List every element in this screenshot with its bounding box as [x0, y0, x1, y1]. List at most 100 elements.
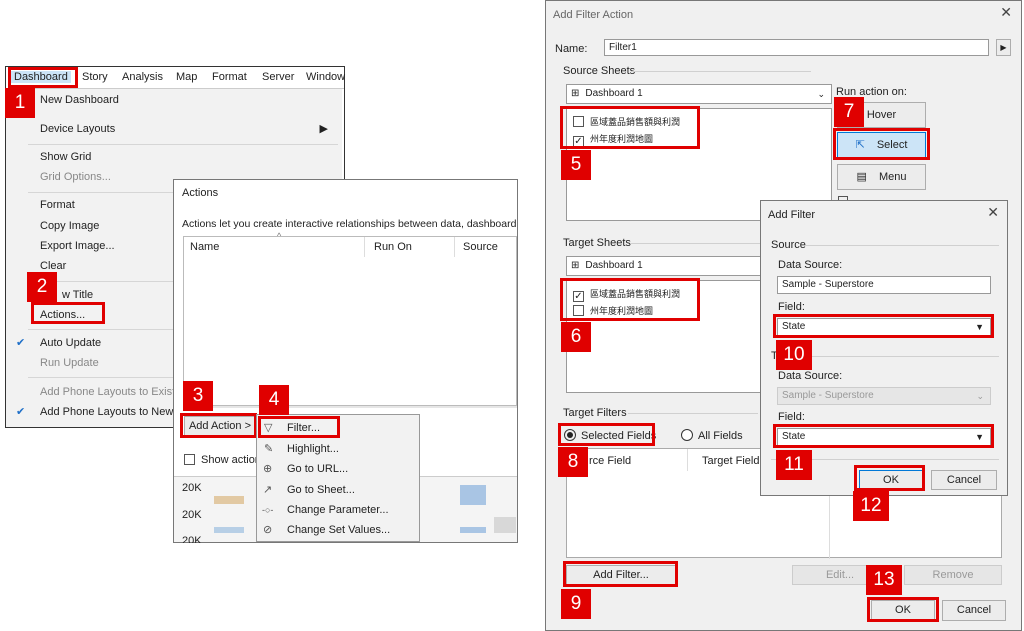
divider [628, 413, 758, 414]
highlight-add-filter-ok [854, 465, 925, 491]
chevron-down-icon: ⌄ [976, 391, 984, 401]
highlight-target-items [560, 278, 700, 321]
step-badge: 13 [866, 565, 902, 595]
name-label: Name: [555, 43, 588, 55]
radio-icon [681, 429, 693, 441]
highlight-add-action [180, 413, 257, 438]
highlight-filter-item [258, 416, 340, 438]
col-source[interactable]: Source [463, 241, 498, 253]
menu-new-dashboard[interactable]: New Dashboard [6, 90, 342, 110]
col-divider [364, 237, 365, 257]
parameter-icon: -○- [262, 505, 274, 515]
divider [631, 71, 811, 72]
grid-icon: ⊞ [571, 260, 580, 271]
remove-button: Remove [904, 565, 1002, 585]
col-name[interactable]: Name [190, 241, 219, 253]
menu-change-set-values[interactable]: ⊘ Change Set Values... [257, 520, 419, 540]
bar [214, 527, 244, 533]
col-divider [454, 237, 455, 257]
menu-change-parameter[interactable]: -○- Change Parameter... [257, 500, 419, 520]
all-fields-label: All Fields [698, 430, 743, 442]
menu-server[interactable]: Server [262, 71, 294, 83]
menu-go-to-sheet[interactable]: ↗ Go to Sheet... [257, 480, 419, 500]
menu-icon: ▤ [856, 171, 867, 183]
close-icon[interactable]: ✕ [987, 204, 999, 221]
menu-device-layouts[interactable]: Device Layouts ▶ [6, 119, 342, 139]
target-field-label: Field: [778, 411, 805, 423]
external-link-icon: ↗ [263, 484, 273, 496]
highlight-dashboard-menu [8, 67, 78, 88]
submenu-arrow-icon: ▶ [319, 123, 328, 135]
name-input[interactable]: Filter1 [604, 39, 989, 56]
divider [630, 243, 760, 244]
menu-go-to-url[interactable]: ⊕ Go to URL... [257, 459, 419, 479]
change-parameter-label: Change Parameter... [287, 504, 389, 516]
menu-format[interactable]: Format [212, 71, 247, 83]
step-badge: 4 [259, 385, 289, 415]
add-filter-cancel-button[interactable]: Cancel [931, 470, 997, 490]
source-group-label: Source [771, 239, 806, 251]
checkbox-icon [184, 454, 195, 465]
divider [805, 245, 999, 246]
col-run-on[interactable]: Run On [374, 241, 412, 253]
target-data-source-value: Sample - Superstore [782, 390, 874, 401]
menu-window[interactable]: Window [306, 71, 345, 83]
highlight-selected-fields [558, 423, 655, 446]
bar [460, 527, 486, 533]
actions-title: Actions [182, 187, 219, 199]
pen-icon: ✎ [264, 443, 274, 455]
highlight-actions-item [31, 302, 105, 324]
step-badge: 1 [5, 88, 35, 118]
checkmark-icon: ✔ [16, 337, 26, 349]
divider [28, 144, 338, 145]
highlight-ok [867, 597, 939, 622]
source-dashboard-combo[interactable]: ⊞ Dashboard 1 ⌄ [566, 84, 832, 104]
sort-indicator-icon: ^ [277, 231, 282, 241]
step-badge: 9 [561, 589, 591, 619]
bar [214, 496, 244, 504]
menu-label: Menu [878, 171, 907, 183]
step-badge: 8 [558, 447, 588, 477]
menu-analysis[interactable]: Analysis [122, 71, 163, 83]
change-set-values-label: Change Set Values... [287, 524, 391, 536]
dialog-title: Add Filter [768, 209, 816, 221]
all-fields-radio[interactable]: All Fields [681, 429, 743, 442]
device-layouts-label: Device Layouts [40, 123, 116, 135]
data-source-label: Data Source: [778, 259, 843, 271]
step-badge: 2 [27, 272, 57, 302]
globe-icon: ⊕ [263, 463, 273, 475]
menu-button[interactable]: ▤ Menu [837, 164, 926, 190]
col-target-field[interactable]: Target Field [702, 455, 759, 467]
step-badge: 6 [561, 322, 591, 352]
menu-highlight[interactable]: ✎ Highlight... [257, 439, 419, 459]
go-to-url-label: Go to URL... [287, 463, 349, 475]
bar [460, 485, 486, 505]
name-menu-button[interactable]: ▶ [996, 39, 1011, 56]
highlight-source-items [560, 106, 700, 149]
menu-show-grid[interactable]: Show Grid [6, 147, 342, 167]
target-dashboard-combo[interactable]: ⊞ Dashboard 1 [566, 256, 766, 276]
close-icon[interactable]: ✕ [1000, 4, 1012, 21]
data-source-field: Sample - Superstore [777, 276, 991, 294]
hover-label: Hover [866, 109, 897, 121]
step-badge: 3 [183, 381, 213, 411]
cancel-button[interactable]: Cancel [942, 600, 1006, 621]
axis-label: 20K [182, 535, 202, 543]
divider [183, 406, 517, 408]
axis-label: 20K [182, 509, 202, 521]
target-data-source-label: Data Source: [778, 370, 843, 382]
field-label: Field: [778, 301, 805, 313]
bar [494, 517, 516, 533]
target-sheets-label: Target Sheets [563, 237, 631, 249]
menu-story[interactable]: Story [82, 71, 108, 83]
divider [805, 356, 999, 357]
dialog-title: Add Filter Action [553, 9, 634, 21]
step-badge: 12 [853, 491, 889, 521]
add-phone-new-label: Add Phone Layouts to New [40, 406, 174, 418]
show-actions-checkbox[interactable]: Show actions [184, 454, 266, 466]
go-to-sheet-label: Go to Sheet... [287, 484, 355, 496]
menu-map[interactable]: Map [176, 71, 197, 83]
highlight-select-button [833, 128, 930, 160]
highlight-target-field [773, 424, 994, 448]
col-source-field[interactable]: rce Field [589, 455, 631, 467]
